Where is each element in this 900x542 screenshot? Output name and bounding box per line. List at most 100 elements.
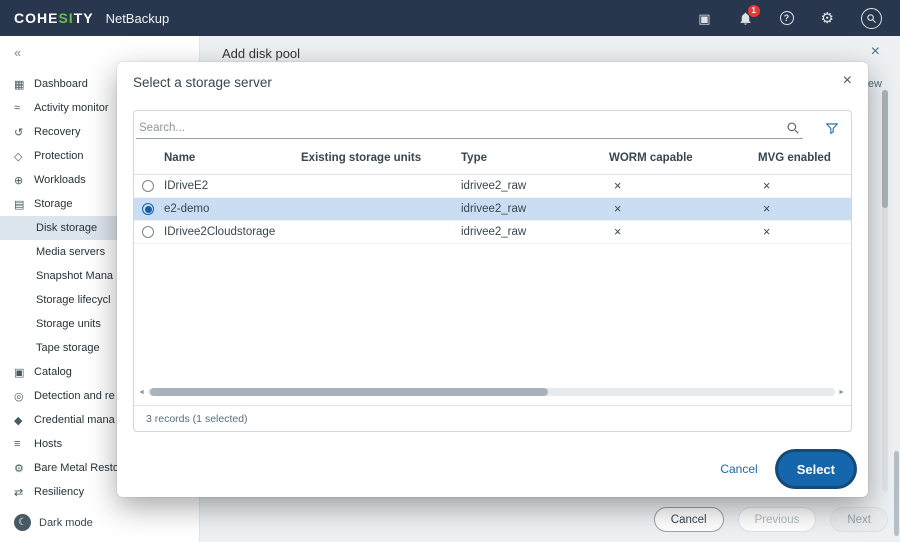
sidebar-item-label: Resiliency: [34, 486, 84, 498]
column-header-worm-capable: WORM capable: [609, 152, 758, 164]
radio-button[interactable]: [142, 180, 154, 192]
sidebar-item-label: Recovery: [34, 126, 80, 138]
column-header-existing-storage-units: Existing storage units: [301, 152, 461, 164]
bare-metal-restore-icon: ⚙: [14, 462, 34, 475]
dialog-actions: Cancel Select: [720, 452, 854, 486]
scroll-left-icon[interactable]: ◄: [138, 389, 145, 396]
cell-name: IDrivee2Cloudstorage: [164, 226, 301, 238]
sidebar-item-label: Snapshot Mana: [36, 270, 113, 282]
cell-type: idrivee2_raw: [461, 180, 609, 192]
cell-mvg-enabled: ×: [758, 202, 851, 216]
resiliency-icon: ⇄: [14, 486, 34, 499]
cell-mvg-enabled: ×: [758, 179, 851, 193]
app-screen: COHESITY NetBackup ▣ 1 ? ⚙ « ▦Dashboard≈…: [0, 0, 900, 542]
dialog-close-icon[interactable]: ×: [843, 72, 852, 90]
cell-worm-capable: ×: [609, 202, 758, 216]
brand-post: TY: [74, 10, 94, 26]
page-scrollbar[interactable]: [893, 36, 900, 542]
wizard-footer: Cancel Previous Next: [654, 507, 888, 532]
page-close-icon[interactable]: ×: [871, 43, 880, 61]
radio-button[interactable]: [142, 226, 154, 238]
radio-cell: [134, 226, 164, 238]
wizard-next-button[interactable]: Next: [830, 507, 888, 532]
column-header-mvg-enabled: MVG enabled: [758, 152, 851, 164]
page-scrollbar-thumb[interactable]: [894, 451, 899, 536]
table-search-row: [134, 111, 851, 141]
header-icons: ▣ 1 ? ⚙: [698, 8, 886, 29]
filter-funnel-icon[interactable]: [825, 121, 839, 135]
product-name: NetBackup: [106, 11, 170, 26]
protection-icon: ◇: [14, 150, 34, 163]
brand-pre: COHE: [14, 10, 58, 26]
radio-button[interactable]: [142, 203, 154, 215]
catalog-icon: ▣: [14, 366, 34, 379]
storage-server-table: NameExisting storage unitsTypeWORM capab…: [133, 110, 852, 432]
radio-cell: [134, 203, 164, 215]
search-icon: [786, 121, 800, 135]
sidebar-item-label: Storage units: [36, 318, 101, 330]
credential-icon: ◆: [14, 414, 34, 427]
detection-icon: ◎: [14, 390, 34, 403]
cell-type: idrivee2_raw: [461, 226, 609, 238]
sidebar-item-label: Media servers: [36, 246, 105, 258]
dashboard-icon: ▦: [14, 78, 34, 91]
cell-type: idrivee2_raw: [461, 203, 609, 215]
cell-name: e2-demo: [164, 203, 301, 215]
h-scrollbar-track[interactable]: [148, 388, 835, 396]
radio-cell: [134, 180, 164, 192]
horizontal-scrollbar: ◄ ►: [138, 387, 845, 397]
record-count-status: 3 records (1 selected): [134, 405, 851, 432]
sidebar-item-label: Workloads: [34, 174, 86, 186]
scroll-right-icon[interactable]: ►: [838, 389, 845, 396]
recovery-icon: ↺: [14, 126, 34, 139]
sidebar-item-label: Tape storage: [36, 342, 100, 354]
sidebar-item-label: Credential mana: [34, 414, 115, 426]
storage-server-row-e2-demo[interactable]: e2-demoidrivee2_raw××: [134, 198, 851, 221]
dark-mode-toggle[interactable]: ☾ Dark mode: [14, 514, 93, 531]
settings-gear-icon[interactable]: ⚙: [821, 11, 834, 26]
moon-icon: ☾: [14, 514, 31, 531]
apps-icon[interactable]: ▣: [698, 12, 710, 25]
notifications-bell-icon[interactable]: 1: [738, 11, 753, 26]
sidebar-item-label: Storage lifecycl: [36, 294, 111, 306]
help-icon[interactable]: ?: [780, 11, 794, 25]
search-field: [136, 118, 803, 139]
dialog-title: Select a storage server: [133, 75, 272, 90]
top-header-bar: COHESITY NetBackup ▣ 1 ? ⚙: [0, 0, 900, 36]
content-scrollbar-thumb[interactable]: [882, 90, 888, 208]
table-header-row: NameExisting storage unitsTypeWORM capab…: [134, 141, 851, 175]
page-title: Add disk pool: [222, 46, 300, 61]
sidebar-item-label: Hosts: [34, 438, 62, 450]
storage-icon: ▤: [14, 198, 34, 211]
cell-name: IDriveE2: [164, 180, 301, 192]
sidebar-item-label: Catalog: [34, 366, 72, 378]
sidebar-item-label: Detection and re: [34, 390, 115, 402]
activity-monitor-icon: ≈: [14, 102, 34, 114]
search-avatar-icon[interactable]: [861, 8, 882, 29]
search-input[interactable]: [136, 118, 803, 139]
sidebar-collapse-icon[interactable]: «: [14, 45, 21, 60]
sidebar-item-label: Activity monitor: [34, 102, 109, 114]
dark-mode-label: Dark mode: [39, 517, 93, 529]
sidebar-item-label: Storage: [34, 198, 73, 210]
cell-worm-capable: ×: [609, 179, 758, 193]
brand-accent: SI: [58, 10, 73, 26]
wizard-previous-button[interactable]: Previous: [738, 507, 817, 532]
column-header-name: Name: [164, 152, 301, 164]
workloads-icon: ⊕: [14, 174, 34, 187]
h-scrollbar-thumb[interactable]: [150, 388, 549, 396]
content-scrollbar[interactable]: [882, 90, 888, 492]
select-storage-server-dialog: Select a storage server × NameExisting s…: [117, 62, 868, 497]
sidebar-item-label: Bare Metal Resto: [34, 462, 119, 474]
cohesity-logo: COHESITY: [14, 10, 94, 26]
table-body: IDriveE2idrivee2_raw××e2-demoidrivee2_ra…: [134, 175, 851, 244]
hosts-icon: ≡: [14, 438, 34, 450]
select-button[interactable]: Select: [778, 452, 854, 486]
cell-mvg-enabled: ×: [758, 225, 851, 239]
notification-badge: 1: [748, 5, 760, 17]
storage-server-row-idrivee2cloudstorage[interactable]: IDrivee2Cloudstorageidrivee2_raw××: [134, 221, 851, 244]
cancel-button[interactable]: Cancel: [720, 462, 757, 476]
storage-server-row-idrivee2[interactable]: IDriveE2idrivee2_raw××: [134, 175, 851, 198]
wizard-cancel-button[interactable]: Cancel: [654, 507, 724, 532]
sidebar-item-label: Dashboard: [34, 78, 88, 90]
